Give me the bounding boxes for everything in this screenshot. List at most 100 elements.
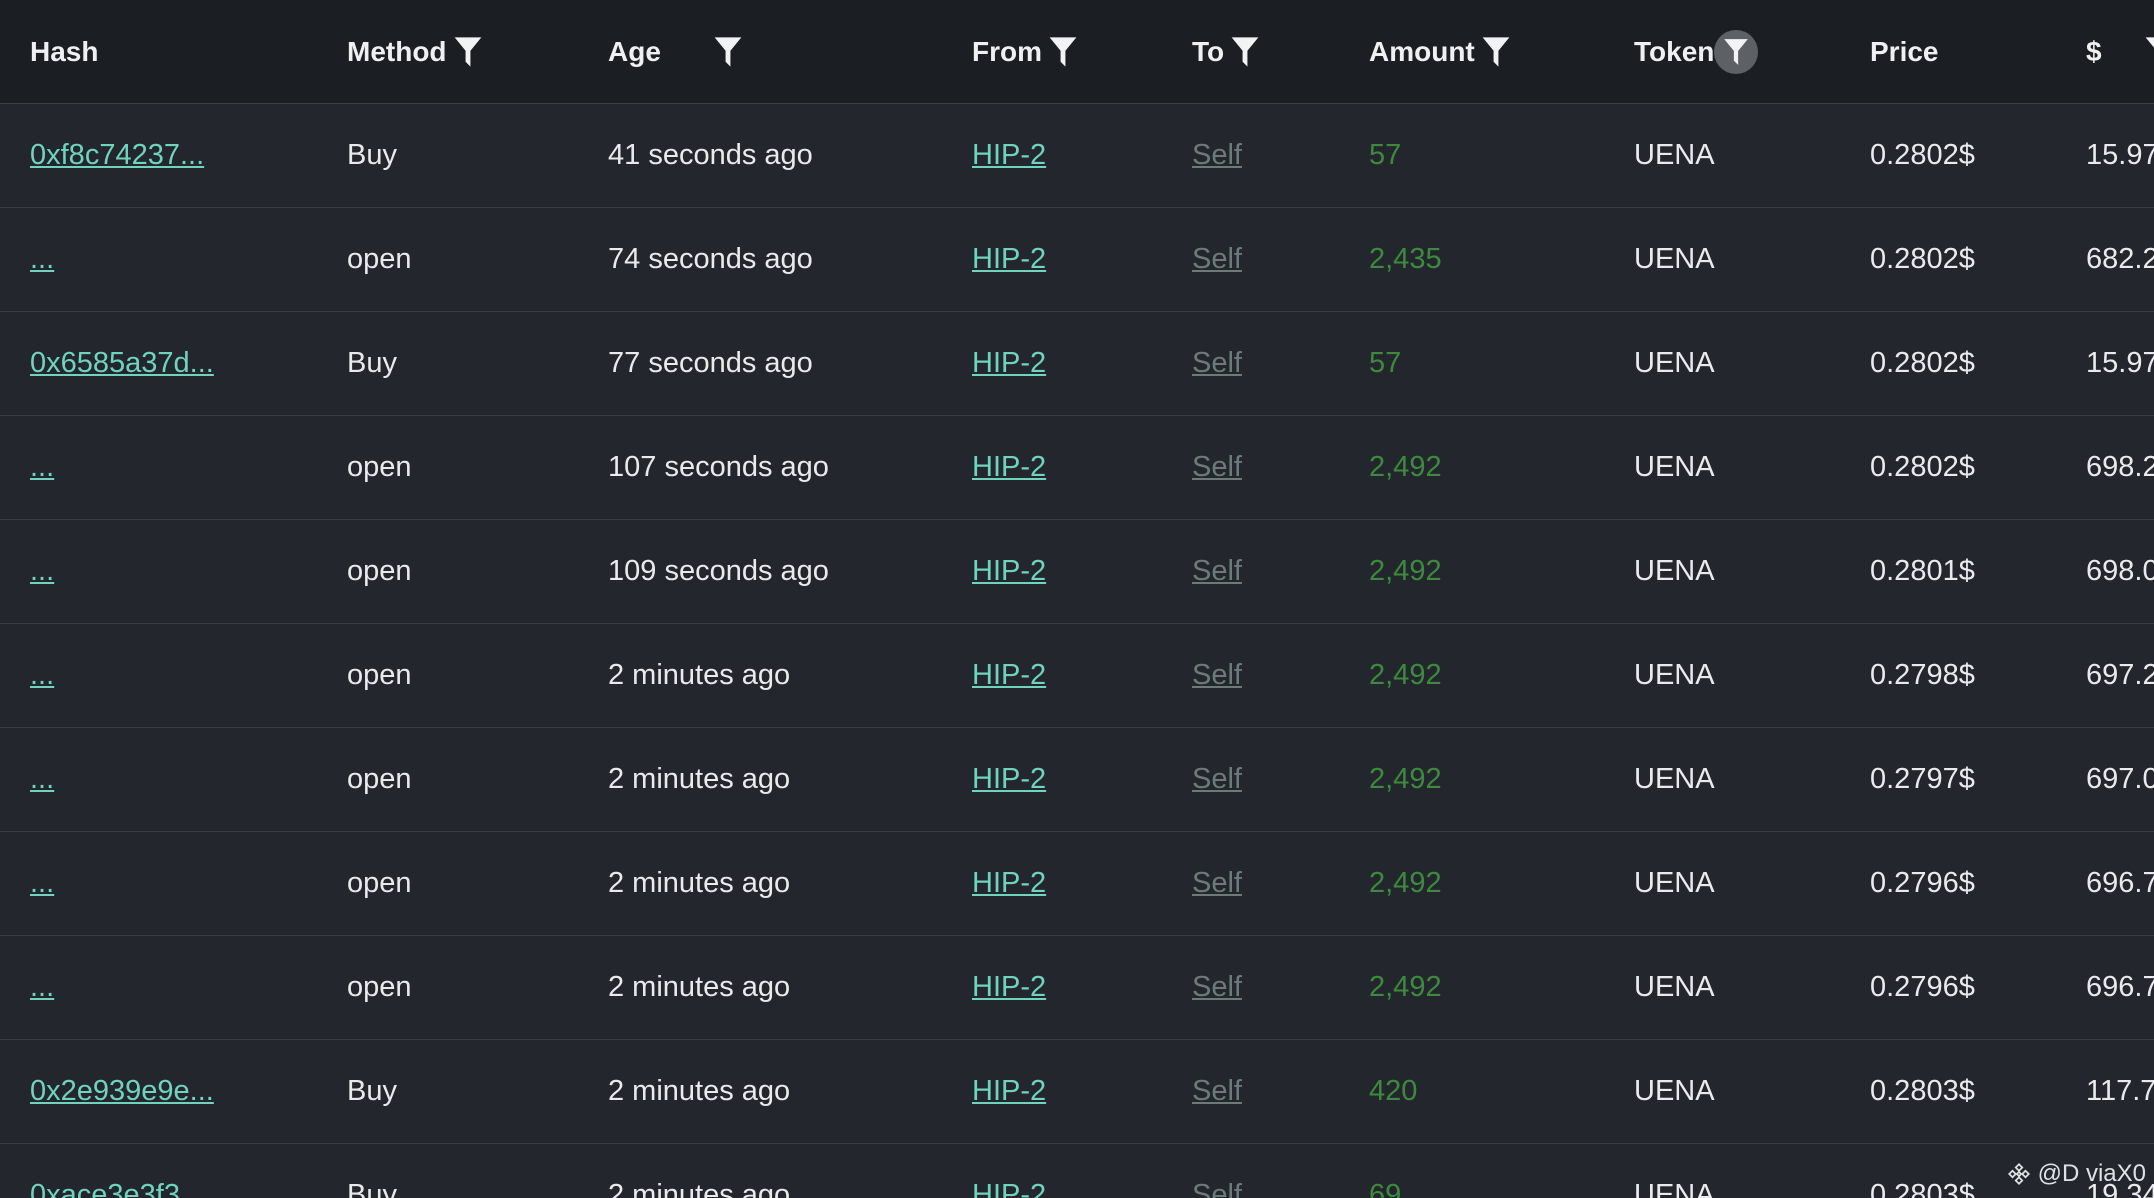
to-link[interactable]: Self xyxy=(1192,555,1242,588)
header-usd: $ xyxy=(2086,0,2154,103)
token-cell: UENA xyxy=(1634,243,1715,275)
header-from-label: From xyxy=(972,35,1042,67)
token-cell: UENA xyxy=(1634,347,1715,379)
from-link[interactable]: HIP-2 xyxy=(972,1179,1046,1198)
from-link[interactable]: HIP-2 xyxy=(972,763,1046,796)
to-link[interactable]: Self xyxy=(1192,1075,1242,1108)
to-link[interactable]: Self xyxy=(1192,1179,1242,1198)
header-usd-label: $ xyxy=(2086,35,2102,67)
from-link[interactable]: HIP-2 xyxy=(972,971,1046,1004)
method-filter-icon[interactable] xyxy=(451,35,485,69)
amount-cell: 57 xyxy=(1369,139,1402,171)
price-cell: 0.2802$ xyxy=(1870,243,1975,275)
price-cell: 0.2802$ xyxy=(1870,139,1975,171)
hash-link[interactable]: ... xyxy=(30,451,54,484)
hash-link[interactable]: 0xf8c74237... xyxy=(30,139,204,172)
price-cell: 0.2802$ xyxy=(1870,451,1975,483)
table-row: 0x6585a37d... Buy 77 seconds ago HIP-2 S… xyxy=(0,312,2154,417)
to-link[interactable]: Self xyxy=(1192,451,1242,484)
to-link[interactable]: Self xyxy=(1192,763,1242,796)
header-amount-label: Amount xyxy=(1369,35,1475,67)
token-cell: UENA xyxy=(1634,451,1715,483)
token-filter-icon[interactable] xyxy=(1714,29,1759,74)
table-row: ... open 107 seconds ago HIP-2 Self 2,49… xyxy=(0,416,2154,521)
age-cell: 77 seconds ago xyxy=(608,347,813,379)
header-price: Price xyxy=(1870,0,1939,103)
amount-cell: 57 xyxy=(1369,347,1402,379)
method-cell: open xyxy=(347,867,412,899)
header-price-label: Price xyxy=(1870,35,1939,67)
amount-filter-icon[interactable] xyxy=(1479,35,1513,69)
to-filter-icon[interactable] xyxy=(1228,35,1262,69)
header-to: To xyxy=(1192,0,1262,103)
age-filter-icon[interactable] xyxy=(711,35,745,69)
table-row: 0xf8c74237... Buy 41 seconds ago HIP-2 S… xyxy=(0,104,2154,209)
method-cell: open xyxy=(347,659,412,691)
age-cell: 2 minutes ago xyxy=(608,659,791,691)
transactions-table: Hash Method Age From To Amount Token Pri… xyxy=(0,0,2154,1198)
from-link[interactable]: HIP-2 xyxy=(972,451,1046,484)
to-link[interactable]: Self xyxy=(1192,867,1242,900)
usd-filter-icon[interactable] xyxy=(2142,35,2154,69)
hash-link[interactable]: ... xyxy=(30,659,54,692)
header-amount: Amount xyxy=(1369,0,1513,103)
hash-link[interactable]: ... xyxy=(30,763,54,796)
from-link[interactable]: HIP-2 xyxy=(972,347,1046,380)
hash-link[interactable]: 0x2e939e9e... xyxy=(30,1075,214,1108)
usd-cell: 698.2 xyxy=(2086,451,2154,483)
header-method-label: Method xyxy=(347,35,447,67)
amount-cell: 2,492 xyxy=(1369,971,1442,1003)
price-cell: 0.2803$ xyxy=(1870,1075,1975,1107)
price-cell: 0.2796$ xyxy=(1870,867,1975,899)
header-to-label: To xyxy=(1192,35,1225,67)
hash-link[interactable]: ... xyxy=(30,243,54,276)
method-cell: open xyxy=(347,451,412,483)
to-link[interactable]: Self xyxy=(1192,139,1242,172)
header-hash-label: Hash xyxy=(30,35,99,67)
from-link[interactable]: HIP-2 xyxy=(972,555,1046,588)
method-cell: open xyxy=(347,555,412,587)
to-link[interactable]: Self xyxy=(1192,347,1242,380)
table-row: ... open 74 seconds ago HIP-2 Self 2,435… xyxy=(0,208,2154,313)
from-link[interactable]: HIP-2 xyxy=(972,243,1046,276)
token-cell: UENA xyxy=(1634,867,1715,899)
hash-link[interactable]: ... xyxy=(30,555,54,588)
amount-cell: 69 xyxy=(1369,1179,1402,1198)
usd-cell: 698.0 xyxy=(2086,555,2154,587)
from-link[interactable]: HIP-2 xyxy=(972,659,1046,692)
table-header: Hash Method Age From To Amount Token Pri… xyxy=(0,0,2154,104)
to-link[interactable]: Self xyxy=(1192,971,1242,1004)
from-link[interactable]: HIP-2 xyxy=(972,1075,1046,1108)
usd-cell: 117.7 xyxy=(2086,1075,2154,1107)
method-cell: Buy xyxy=(347,139,397,171)
amount-cell: 2,492 xyxy=(1369,867,1442,899)
price-cell: 0.2803$ xyxy=(1870,1179,1975,1198)
amount-cell: 420 xyxy=(1369,1075,1418,1107)
age-cell: 74 seconds ago xyxy=(608,243,813,275)
to-link[interactable]: Self xyxy=(1192,243,1242,276)
price-cell: 0.2802$ xyxy=(1870,347,1975,379)
age-cell: 2 minutes ago xyxy=(608,867,791,899)
amount-cell: 2,492 xyxy=(1369,451,1442,483)
header-hash: Hash xyxy=(30,0,98,103)
age-cell: 2 minutes ago xyxy=(608,1179,791,1198)
from-link[interactable]: HIP-2 xyxy=(972,139,1046,172)
table-row: ... open 109 seconds ago HIP-2 Self 2,49… xyxy=(0,520,2154,625)
token-cell: UENA xyxy=(1634,555,1715,587)
to-link[interactable]: Self xyxy=(1192,659,1242,692)
usd-cell: 15.97 xyxy=(2086,139,2154,171)
header-age: Age xyxy=(608,0,745,103)
hash-link[interactable]: ... xyxy=(30,971,54,1004)
table-row: ... open 2 minutes ago HIP-2 Self 2,492 … xyxy=(0,832,2154,937)
hash-link[interactable]: 0xace3e3f3... xyxy=(30,1179,204,1198)
method-cell: open xyxy=(347,763,412,795)
usd-cell: 696.7 xyxy=(2086,971,2154,1003)
age-cell: 107 seconds ago xyxy=(608,451,829,483)
header-method: Method xyxy=(347,0,485,103)
from-link[interactable]: HIP-2 xyxy=(972,867,1046,900)
usd-cell: 696.7 xyxy=(2086,867,2154,899)
hash-link[interactable]: ... xyxy=(30,867,54,900)
watermark: @D viaX0 xyxy=(2006,1160,2146,1188)
from-filter-icon[interactable] xyxy=(1046,35,1080,69)
hash-link[interactable]: 0x6585a37d... xyxy=(30,347,214,380)
